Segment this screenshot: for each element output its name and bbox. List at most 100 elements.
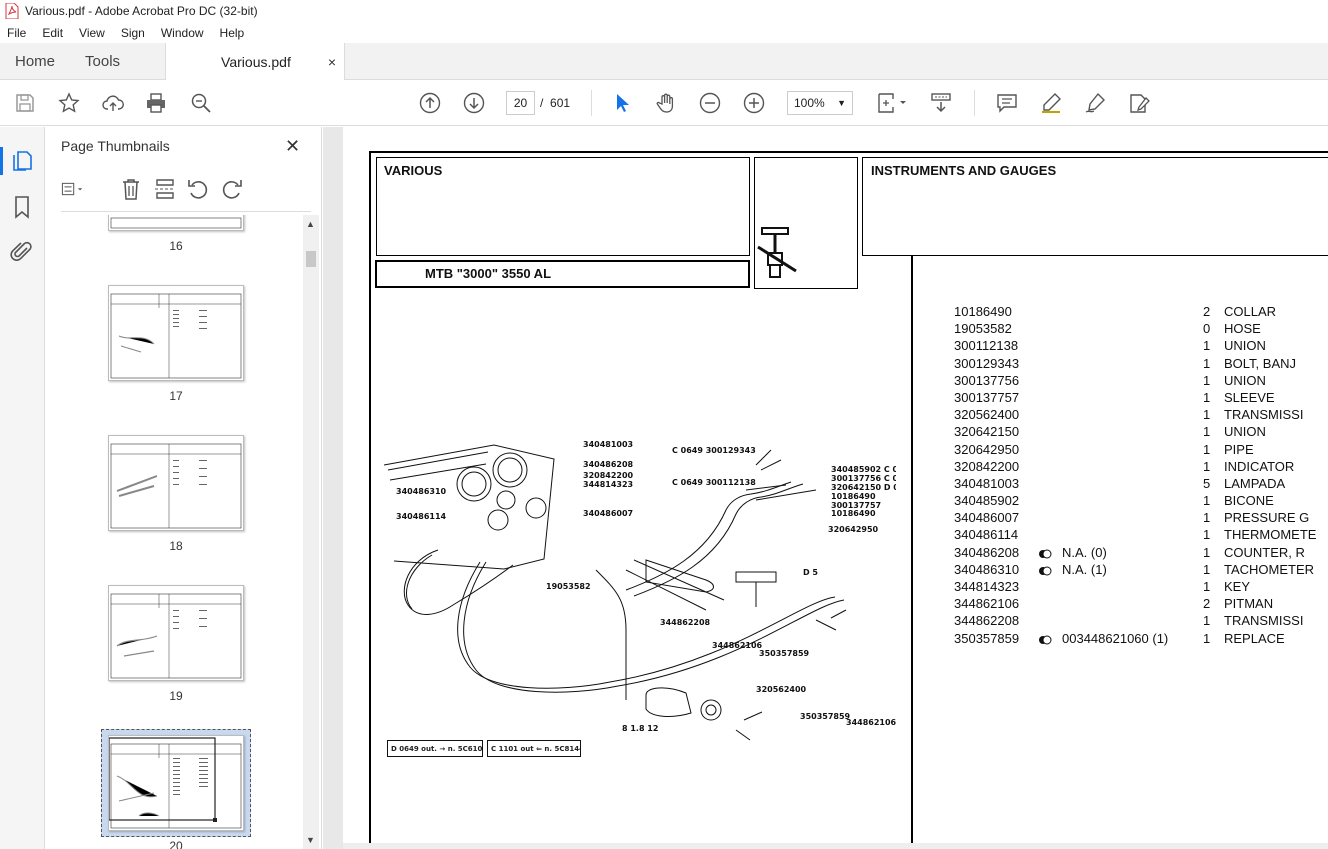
thumbnail-page-19[interactable]: [108, 585, 244, 681]
left-rail: [0, 127, 45, 849]
rotate-clockwise-icon[interactable]: [220, 177, 244, 201]
attachments-icon[interactable]: [10, 240, 34, 264]
part-description: TACHOMETER: [1224, 561, 1315, 577]
thumbnails-panel: Page Thumbnails ✕ 16 17 18 19 20 ▲ ▼: [45, 127, 322, 849]
part-note-text: N.A. (1): [1062, 561, 1107, 577]
part-description: BOLT, BANJ: [1224, 355, 1297, 371]
diagram-label: 320642950: [828, 525, 879, 534]
part-quantity: 1: [1203, 544, 1211, 560]
diagram-label: C 0649 300129343: [672, 446, 756, 455]
highlight-pen-icon[interactable]: [1039, 91, 1063, 115]
part-number: 344814323: [954, 579, 1020, 594]
part-number: 320842200: [954, 458, 1020, 474]
scrollbar-thumb[interactable]: [306, 251, 316, 267]
print-icon[interactable]: [144, 91, 168, 115]
part-number: 340481003: [954, 475, 1020, 491]
part-description: PITMAN: [1224, 596, 1274, 612]
status-dots-icon: [1038, 633, 1052, 645]
diagram-label: 344814323: [583, 480, 633, 489]
delete-page-icon[interactable]: [119, 177, 143, 201]
part-description: REPLACE: [1224, 630, 1285, 646]
diagram-label: 344862208: [660, 618, 711, 627]
close-tab-icon[interactable]: ×: [328, 54, 336, 70]
bookmark-star-icon[interactable]: [57, 91, 81, 115]
part-note-text: 003448621060 (1): [1062, 630, 1169, 646]
menu-view[interactable]: View: [71, 26, 113, 40]
select-arrow-icon[interactable]: [610, 91, 634, 115]
thumbnail-page-20[interactable]: [108, 735, 244, 831]
save-icon[interactable]: [13, 91, 37, 115]
scroll-down-icon[interactable]: ▼: [306, 835, 315, 845]
menu-window[interactable]: Window: [153, 26, 212, 40]
part-quantity: 1: [1203, 424, 1211, 440]
horizontal-scrollbar[interactable]: [343, 843, 1328, 849]
tab-home[interactable]: Home: [0, 53, 70, 70]
part-number: 300137756: [954, 372, 1020, 388]
part-quantity: 2: [1203, 304, 1211, 319]
part-quantity: 1: [1203, 630, 1211, 646]
diagram-label: 10186490: [831, 509, 876, 518]
close-panel-icon[interactable]: ✕: [285, 136, 300, 157]
hand-tool-icon[interactable]: [654, 91, 678, 115]
scroll-mode-icon[interactable]: [929, 91, 953, 115]
part-number: 10186490: [954, 304, 1012, 319]
zoom-level-select[interactable]: 100% ▼: [787, 91, 853, 115]
gauge-sender-icon: [757, 227, 797, 278]
next-page-icon[interactable]: [462, 91, 486, 115]
part-number: 340486310: [954, 561, 1020, 577]
part-quantity: 0: [1203, 321, 1211, 337]
comment-icon[interactable]: [995, 91, 1019, 115]
serial-note-box: C 1101 out ⇐ n. 5C81447: [487, 740, 581, 757]
menu-edit[interactable]: Edit: [34, 26, 71, 40]
part-quantity: 1: [1203, 527, 1211, 543]
thumbnail-page-17[interactable]: [108, 285, 244, 381]
menu-file[interactable]: File: [0, 26, 34, 40]
zoom-search-icon[interactable]: [189, 91, 213, 115]
diagram-label: 344862106: [712, 641, 763, 650]
thumbnail-scrollbar[interactable]: ▲ ▼: [303, 215, 319, 849]
previous-page-icon[interactable]: [418, 91, 442, 115]
page-number-input[interactable]: 20: [506, 91, 535, 115]
page-separator: /: [540, 96, 544, 110]
part-description: PRESSURE G: [1224, 510, 1310, 526]
zoom-in-icon[interactable]: [742, 91, 766, 115]
part-quantity: 1: [1203, 372, 1211, 388]
page-fit-icon[interactable]: [876, 91, 910, 115]
part-description: TRANSMISSI: [1224, 613, 1304, 629]
diagram-label: 300137756 C 0649: [831, 474, 896, 483]
zoom-out-icon[interactable]: [698, 91, 722, 115]
bookmarks-icon[interactable]: [10, 195, 34, 219]
upload-cloud-icon[interactable]: [101, 91, 125, 115]
sign-pen-icon[interactable]: [1083, 91, 1107, 115]
rotate-counterclockwise-icon[interactable]: [186, 177, 210, 201]
part-number: 340485902: [954, 493, 1020, 509]
part-description: INDICATOR: [1224, 458, 1295, 474]
part-description: TRANSMISSI: [1224, 407, 1304, 423]
menu-sign[interactable]: Sign: [113, 26, 153, 40]
part-quantity: 1: [1203, 613, 1211, 629]
thumbnail-label: 18: [169, 539, 183, 553]
scroll-up-icon[interactable]: ▲: [306, 219, 315, 229]
options-menu-icon[interactable]: [61, 177, 85, 201]
part-description: KEY: [1224, 579, 1251, 594]
menu-help[interactable]: Help: [212, 26, 253, 40]
diagram-label: 340486208: [583, 460, 634, 469]
section-title: VARIOUS: [384, 163, 443, 178]
page-thumbnails-icon[interactable]: [10, 149, 34, 173]
tab-bar: Home Tools Various.pdf ×: [0, 43, 1328, 81]
diagram-label: 340486007: [583, 509, 633, 518]
part-note: 003448621060 (1): [1038, 631, 1168, 646]
part-quantity: 1: [1203, 579, 1211, 594]
extract-pages-icon[interactable]: [153, 177, 177, 201]
part-number: 344862106: [954, 596, 1020, 612]
tab-document[interactable]: Various.pdf ×: [165, 43, 346, 81]
fill-sign-icon[interactable]: [1127, 91, 1151, 115]
status-dots-icon: [1038, 547, 1052, 559]
thumbnail-page-16[interactable]: [108, 215, 244, 231]
tab-tools[interactable]: Tools: [70, 53, 135, 70]
menu-bar: File Edit View Sign Window Help: [0, 22, 1328, 43]
title-bar: Various.pdf - Adobe Acrobat Pro DC (32-b…: [0, 0, 1328, 22]
thumbnail-page-18[interactable]: [108, 435, 244, 531]
part-number: 19053582: [954, 321, 1012, 337]
diagram-label: 350357859: [759, 649, 810, 658]
